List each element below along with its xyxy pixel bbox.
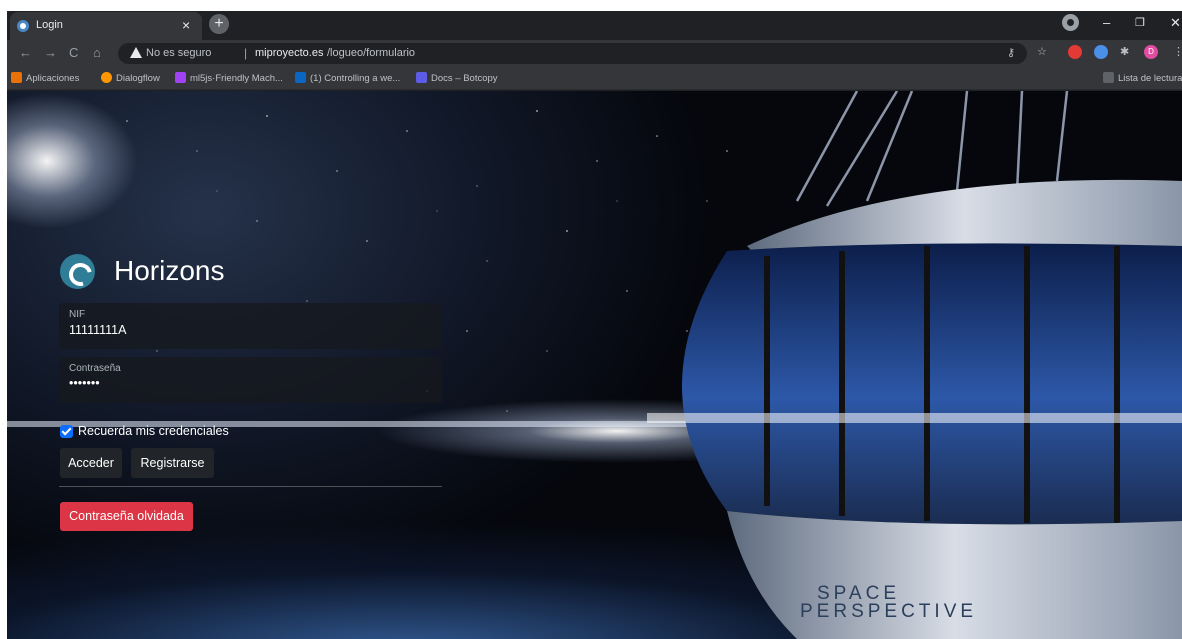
reading-list[interactable]: Lista de lectura	[1103, 72, 1182, 84]
home-icon[interactable]: ⌂	[93, 45, 101, 61]
browser-toolbar: ← → C ⌂ No es seguro | miproyecto.es /lo…	[7, 40, 1182, 66]
bookmark-apps[interactable]: Aplicaciones	[11, 72, 79, 84]
password-input[interactable]: •••••••	[69, 376, 429, 390]
page-content: SPACE PERSPECTIVE Horizons NIF Contraseñ…	[7, 91, 1182, 639]
password-label: Contraseña	[69, 363, 121, 374]
capsule-brand-line2: PERSPECTIVE	[800, 601, 978, 622]
url-separator: |	[244, 46, 248, 60]
menu-icon[interactable]: ⋮	[1173, 45, 1182, 58]
tab-strip: Login × + – ❐ ✕	[7, 11, 1182, 40]
close-window-icon[interactable]: ✕	[1170, 15, 1181, 31]
bookmark-ml5js[interactable]: ml5js·Friendly Mach...	[175, 72, 283, 84]
extension-red-icon[interactable]	[1068, 45, 1082, 59]
url-path[interactable]: /logueo/formulario	[327, 47, 415, 59]
nif-label: NIF	[69, 309, 86, 320]
form-divider	[59, 486, 442, 487]
browser-window: Login × + – ❐ ✕ ← → C ⌂ No es seguro | m…	[7, 11, 1182, 639]
profile-avatar-icon[interactable]: D	[1144, 45, 1158, 59]
security-status[interactable]: No es seguro	[146, 47, 211, 59]
password-field[interactable]: Contraseña •••••••	[59, 357, 442, 403]
tab-close-icon[interactable]: ×	[182, 17, 190, 33]
brand-title: Horizons	[114, 255, 225, 286]
horizons-favicon-icon	[17, 20, 29, 32]
remember-label[interactable]: Recuerda mis credenciales	[78, 424, 229, 438]
tab-login[interactable]: Login ×	[10, 12, 202, 40]
back-icon[interactable]: ←	[19, 45, 32, 61]
tab-title: Login	[36, 19, 63, 31]
docs-icon	[416, 72, 427, 83]
new-tab-button[interactable]: +	[209, 14, 229, 34]
warning-icon[interactable]	[130, 47, 142, 58]
bookmark-star-icon[interactable]: ☆	[1037, 45, 1047, 58]
bookmark-botcopy[interactable]: Docs – Botcopy	[416, 72, 498, 84]
forward-icon[interactable]: →	[44, 45, 57, 61]
reading-list-icon	[1103, 72, 1114, 83]
nif-field[interactable]: NIF	[59, 303, 442, 349]
address-bar[interactable]: No es seguro | miproyecto.es /logueo/for…	[118, 43, 1027, 64]
dialogflow-icon	[101, 72, 112, 83]
remember-checkbox[interactable]	[60, 425, 73, 438]
maximize-icon[interactable]: ❐	[1135, 16, 1145, 29]
key-icon[interactable]: ⚷	[1007, 46, 1015, 59]
bookmark-dialogflow[interactable]: Dialogflow	[101, 72, 160, 84]
nif-input[interactable]	[69, 323, 429, 337]
register-button[interactable]: Registrarse	[131, 448, 214, 478]
reload-icon[interactable]: C	[69, 45, 78, 61]
bookmarks-bar: Aplicaciones Dialogflow ml5js·Friendly M…	[7, 66, 1182, 90]
forgot-password-button[interactable]: Contraseña olvidada	[60, 502, 193, 531]
url-host[interactable]: miproyecto.es	[255, 47, 323, 59]
minimize-icon[interactable]: –	[1103, 15, 1110, 30]
chrome-profile-icon[interactable]	[1062, 14, 1079, 31]
linkedin-icon	[295, 72, 306, 83]
extension-blue-icon[interactable]	[1094, 45, 1108, 59]
apps-grid-icon	[11, 72, 22, 83]
ml5-icon	[175, 72, 186, 83]
horizons-logo-icon	[60, 254, 95, 289]
extensions-puzzle-icon[interactable]: ✱	[1120, 45, 1129, 58]
bookmark-linkedin[interactable]: (1) Controlling a we...	[295, 72, 400, 84]
login-button[interactable]: Acceder	[60, 448, 122, 478]
